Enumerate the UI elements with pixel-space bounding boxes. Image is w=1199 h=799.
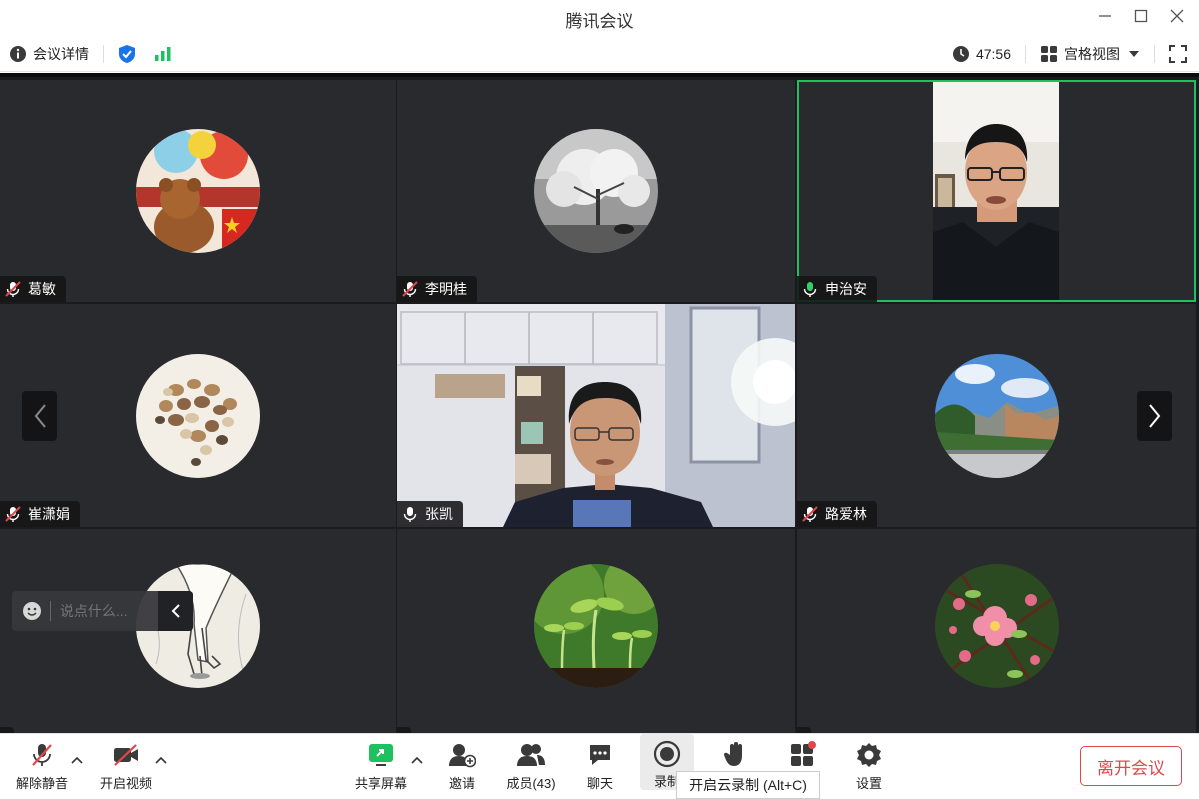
prev-page-button[interactable] xyxy=(22,391,57,441)
mic-muted-icon xyxy=(5,506,21,522)
participant-name: 崔潇娟 xyxy=(28,506,70,522)
share-screen-label: 共享屏幕 xyxy=(354,776,407,791)
fullscreen-icon[interactable] xyxy=(1169,45,1187,63)
divider xyxy=(1025,45,1026,63)
participant-tile-active-speaker[interactable]: 申治安 xyxy=(797,80,1196,302)
quick-chat-bar xyxy=(12,591,194,631)
audio-options-chevron-icon[interactable] xyxy=(70,754,84,768)
participant-name-tag: 葛敏 xyxy=(0,276,66,302)
participant-name: 李明桂 xyxy=(425,281,467,297)
window-title: 腾讯会议 xyxy=(565,12,634,31)
minimize-icon xyxy=(1099,15,1111,17)
chat-icon xyxy=(590,745,610,765)
chevron-left-icon xyxy=(34,404,46,428)
emoji-icon[interactable] xyxy=(22,601,41,621)
video-options-chevron-icon[interactable] xyxy=(154,754,168,768)
meeting-details-label: 会议详情 xyxy=(33,46,89,62)
mic-muted-icon xyxy=(402,281,418,297)
divider xyxy=(1154,45,1155,63)
members-icon xyxy=(517,744,545,766)
invite-button[interactable]: 邀请 xyxy=(441,734,483,798)
settings-button[interactable]: 设置 xyxy=(848,734,890,798)
gear-icon xyxy=(857,743,881,767)
invite-label: 邀请 xyxy=(448,776,475,791)
invite-icon xyxy=(449,744,476,768)
view-mode-label: 宫格视图 xyxy=(1064,46,1120,62)
participant-name: 张凯 xyxy=(425,506,453,522)
divider xyxy=(103,45,104,63)
participant-name-tag: 张凯 xyxy=(397,501,463,527)
maximize-icon xyxy=(1134,9,1148,23)
unmute-label: 解除静音 xyxy=(15,776,68,791)
participant-name-tag: 崔潇娟 xyxy=(0,501,80,527)
avatar xyxy=(934,564,1059,688)
avatar xyxy=(534,564,658,688)
start-video-label: 开启视频 xyxy=(99,776,152,791)
participant-video xyxy=(397,304,795,527)
chat-label: 聊天 xyxy=(586,776,613,791)
participant-name-tag: 路爱林 xyxy=(797,501,877,527)
maximize-button[interactable] xyxy=(1121,0,1161,32)
next-page-button[interactable] xyxy=(1137,391,1172,441)
share-screen-icon xyxy=(369,744,393,766)
bottom-toolbar: 解除静音 开启视频 共享屏幕 邀请 成员(43) 聊天 录制 设置 离开会议 xyxy=(0,733,1199,797)
close-icon xyxy=(1170,9,1184,23)
share-screen-button[interactable]: 共享屏幕 xyxy=(350,734,412,798)
participant-name: 申治安 xyxy=(825,281,867,297)
participant-video xyxy=(933,82,1059,300)
participant-tile[interactable]: 张凯 xyxy=(397,304,795,527)
apps-icon xyxy=(791,741,816,766)
mic-on-icon xyxy=(803,282,817,297)
info-icon xyxy=(10,46,26,62)
participant-name-tag: 李明桂 xyxy=(397,276,477,302)
settings-label: 设置 xyxy=(855,776,882,791)
close-button[interactable] xyxy=(1157,0,1197,32)
chevron-right-icon xyxy=(1148,404,1160,428)
mic-muted-icon xyxy=(5,281,21,297)
avatar xyxy=(136,129,260,253)
avatar xyxy=(534,129,658,253)
record-tooltip: 开启云录制 (Alt+C) xyxy=(676,771,820,799)
participant-tile[interactable] xyxy=(797,529,1196,737)
participant-name-tag: 申治安 xyxy=(797,276,877,302)
members-label: 成员(43) xyxy=(506,776,556,791)
participant-name: 葛敏 xyxy=(28,281,56,297)
participant-tile[interactable] xyxy=(397,529,795,737)
title-bar: 腾讯会议 xyxy=(0,0,1199,36)
members-button[interactable]: 成员(43) xyxy=(500,734,562,798)
share-options-chevron-icon[interactable] xyxy=(410,754,424,768)
minimize-button[interactable] xyxy=(1085,0,1125,32)
chevron-down-icon xyxy=(1129,51,1139,57)
meeting-info-bar: 会议详情 47:56 宫格视图 xyxy=(0,36,1199,72)
security-shield-icon[interactable] xyxy=(118,44,136,64)
participant-tile[interactable] xyxy=(0,529,396,737)
mic-on-icon xyxy=(403,507,417,522)
mic-muted-icon xyxy=(802,506,818,522)
mic-muted-icon xyxy=(32,744,52,766)
collapse-chat-button[interactable] xyxy=(158,591,194,631)
raise-hand-icon xyxy=(723,742,742,766)
chat-button[interactable]: 聊天 xyxy=(579,734,621,798)
start-video-button[interactable]: 开启视频 xyxy=(96,734,156,798)
video-grid: 葛敏 李明桂 申治安 崔潇娟 张凯 路爱林 xyxy=(0,73,1199,737)
participant-name: 路爱林 xyxy=(825,506,867,522)
meeting-timer: 47:56 xyxy=(975,46,1011,62)
meeting-details-button[interactable]: 会议详情 xyxy=(9,44,89,64)
camera-off-icon xyxy=(114,744,138,766)
clock-icon xyxy=(952,46,969,62)
chevron-left-icon xyxy=(171,604,180,618)
record-icon xyxy=(653,740,681,768)
leave-meeting-button[interactable]: 离开会议 xyxy=(1080,746,1182,786)
avatar xyxy=(136,353,260,478)
avatar xyxy=(934,353,1059,478)
participant-tile[interactable]: 葛敏 xyxy=(0,80,396,302)
chat-input[interactable] xyxy=(59,603,156,619)
participant-tile[interactable]: 崔潇娟 xyxy=(0,304,396,527)
grid-view-icon xyxy=(1041,46,1057,62)
network-signal-icon[interactable] xyxy=(154,46,172,62)
participant-tile[interactable]: 李明桂 xyxy=(397,80,795,302)
view-mode-dropdown[interactable]: 宫格视图 xyxy=(1040,44,1140,64)
unmute-button[interactable]: 解除静音 xyxy=(12,734,72,798)
